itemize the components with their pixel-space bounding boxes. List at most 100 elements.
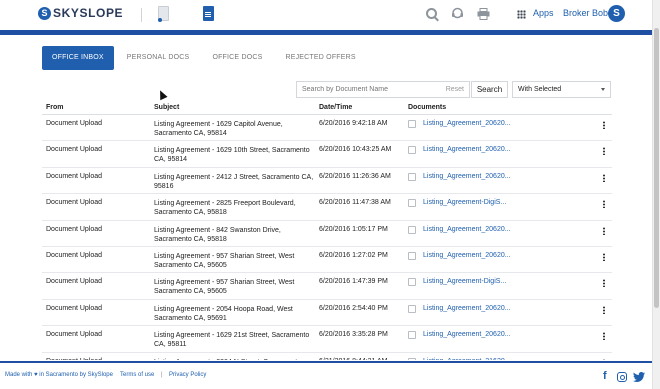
document-link[interactable]: Listing_Agreement_20620...: [423, 226, 511, 233]
more-options-icon[interactable]: [603, 252, 605, 261]
row-actions[interactable]: [596, 226, 612, 237]
table-row[interactable]: Document Upload Listing Agreement - 1629 …: [42, 141, 612, 168]
more-options-icon[interactable]: [603, 279, 605, 288]
table-row[interactable]: Document Upload Listing Agreement - 957 S…: [42, 247, 612, 274]
tab-office-inbox[interactable]: OFFICE INBOX: [42, 46, 114, 70]
row-actions[interactable]: [596, 278, 612, 289]
print-icon[interactable]: [477, 8, 490, 20]
footer-separator: |: [161, 372, 163, 378]
table-row[interactable]: Document Upload Listing Agreement - 1629 …: [42, 326, 612, 353]
row-checkbox[interactable]: [408, 225, 416, 234]
instagram-icon[interactable]: [617, 372, 627, 382]
documents-icon[interactable]: [158, 6, 169, 22]
scrollbar-thumb[interactable]: [654, 28, 659, 308]
row-checkbox[interactable]: [408, 172, 416, 181]
table-row[interactable]: Document Upload Listing Agreement - 957 S…: [42, 273, 612, 300]
row-date: 6/21/2016 8:44:21 AM: [319, 358, 408, 360]
row-subject: Listing Agreement - 2304 N Street, Sacra…: [154, 358, 319, 360]
tab-personal-docs[interactable]: PERSONAL DOCS: [117, 46, 200, 70]
row-from: Document Upload: [46, 120, 103, 127]
apps-link[interactable]: Apps: [533, 8, 554, 18]
document-link[interactable]: Listing_Agreement-DigiS...: [423, 199, 506, 206]
more-options-icon[interactable]: [603, 200, 605, 209]
table-body: Document Upload Listing Agreement - 1629 …: [42, 115, 612, 360]
with-selected-dropdown[interactable]: With Selected: [512, 81, 611, 98]
row-actions[interactable]: [596, 120, 612, 131]
mouse-cursor: [156, 88, 168, 101]
vertical-scrollbar[interactable]: [652, 0, 660, 389]
row-checkbox[interactable]: [408, 278, 416, 287]
row-checkbox[interactable]: [408, 120, 416, 128]
user-name-link[interactable]: Broker Bob: [563, 8, 608, 18]
column-header-from[interactable]: From: [42, 104, 154, 111]
document-link[interactable]: Listing_Agreement_20620...: [423, 252, 511, 259]
table-row[interactable]: Document Upload Listing Agreement - 1629 …: [42, 115, 612, 142]
row-checkbox[interactable]: [408, 146, 416, 155]
footer: Made with ♥ in Sacramento by SkySlope Te…: [0, 361, 652, 389]
row-from: Document Upload: [46, 172, 103, 180]
column-header-date[interactable]: Date/Time: [319, 104, 408, 111]
row-checkbox[interactable]: [408, 199, 416, 208]
table-row[interactable]: Document UploadListing Agreement - 2304 …: [42, 353, 612, 360]
more-options-icon[interactable]: [603, 305, 605, 314]
table-row[interactable]: Document Upload Listing Agreement - 2825 …: [42, 194, 612, 221]
support-icon[interactable]: [451, 7, 464, 21]
row-documents: Listing_Agreement_20620...: [408, 331, 596, 340]
document-link[interactable]: Listing_Agreement_20620...: [423, 146, 511, 153]
more-options-icon[interactable]: [603, 147, 605, 156]
row-date: 6/20/2016 3:35:28 PM: [319, 331, 388, 339]
search-icon[interactable]: [426, 8, 437, 19]
more-options-icon[interactable]: [603, 226, 605, 235]
row-from: Document Upload: [46, 251, 103, 259]
more-options-icon[interactable]: [603, 332, 605, 341]
column-header-subject[interactable]: Subject: [154, 103, 319, 112]
row-checkbox[interactable]: [408, 331, 416, 340]
tab-rejected-offers[interactable]: REJECTED OFFERS: [275, 46, 365, 70]
document-link[interactable]: Listing_Agreement-DigiS...: [423, 278, 506, 285]
more-options-icon[interactable]: [603, 173, 605, 182]
document-search-input[interactable]: [302, 86, 446, 93]
row-subject: Listing Agreement - 2412 J Street, Sacra…: [154, 173, 314, 190]
row-date: 6/20/2016 11:26:36 AM: [319, 172, 391, 180]
document-active-icon[interactable]: [203, 6, 214, 21]
document-link[interactable]: Listing_Agreement_20620...: [423, 120, 511, 127]
document-link[interactable]: Listing_Agreement_20620...: [423, 305, 511, 312]
row-date: 6/20/2016 1:05:17 PM: [319, 225, 388, 233]
row-actions[interactable]: [596, 252, 612, 263]
document-link[interactable]: Listing_Agreement_20620...: [423, 173, 511, 180]
row-actions[interactable]: [596, 358, 612, 360]
row-checkbox[interactable]: [408, 251, 416, 260]
avatar[interactable]: S: [608, 5, 625, 22]
made-suffix: in Sacramento by SkySlope: [39, 372, 113, 378]
column-header-documents[interactable]: Documents: [408, 104, 596, 111]
table-header: From Subject Date/Time Documents: [42, 101, 612, 115]
row-actions[interactable]: [596, 305, 612, 316]
row-date: 6/20/2016 2:54:40 PM: [319, 304, 388, 312]
tab-office-docs[interactable]: OFFICE DOCS: [202, 46, 272, 70]
skyslope-logo[interactable]: S SKYSLOPE: [38, 6, 123, 20]
search-button[interactable]: Search: [471, 81, 508, 98]
privacy-link[interactable]: Privacy Policy: [169, 372, 206, 378]
document-link[interactable]: Listing_Agreement_20620...: [423, 331, 511, 338]
heart-icon: ♥: [34, 372, 38, 378]
table-row[interactable]: Document Upload Listing Agreement - 2412 …: [42, 168, 612, 195]
more-options-icon[interactable]: [603, 358, 605, 360]
row-checkbox[interactable]: [408, 304, 416, 313]
row-actions[interactable]: [596, 146, 612, 157]
terms-link[interactable]: Terms of use: [120, 372, 154, 378]
facebook-icon[interactable]: f: [603, 370, 607, 382]
row-subject: Listing Agreement - 1629 Capitol Avenue,…: [154, 121, 283, 137]
chevron-down-icon: [601, 88, 605, 91]
row-actions[interactable]: [596, 173, 612, 184]
row-checkbox[interactable]: [408, 357, 416, 360]
apps-grid-icon[interactable]: [517, 10, 526, 19]
table-row[interactable]: Document Upload Listing Agreement - 842 S…: [42, 221, 612, 247]
more-options-icon[interactable]: [603, 121, 605, 129]
twitter-icon[interactable]: [633, 372, 645, 382]
table-row[interactable]: Document Upload Listing Agreement - 2054 …: [42, 300, 612, 327]
row-actions[interactable]: [596, 331, 612, 342]
row-documents: Listing_Agreement_20620...: [408, 172, 596, 181]
document-link[interactable]: Listing_Agreement_21620...: [423, 358, 511, 360]
row-actions[interactable]: [596, 199, 612, 210]
reset-link[interactable]: Reset: [446, 86, 464, 93]
